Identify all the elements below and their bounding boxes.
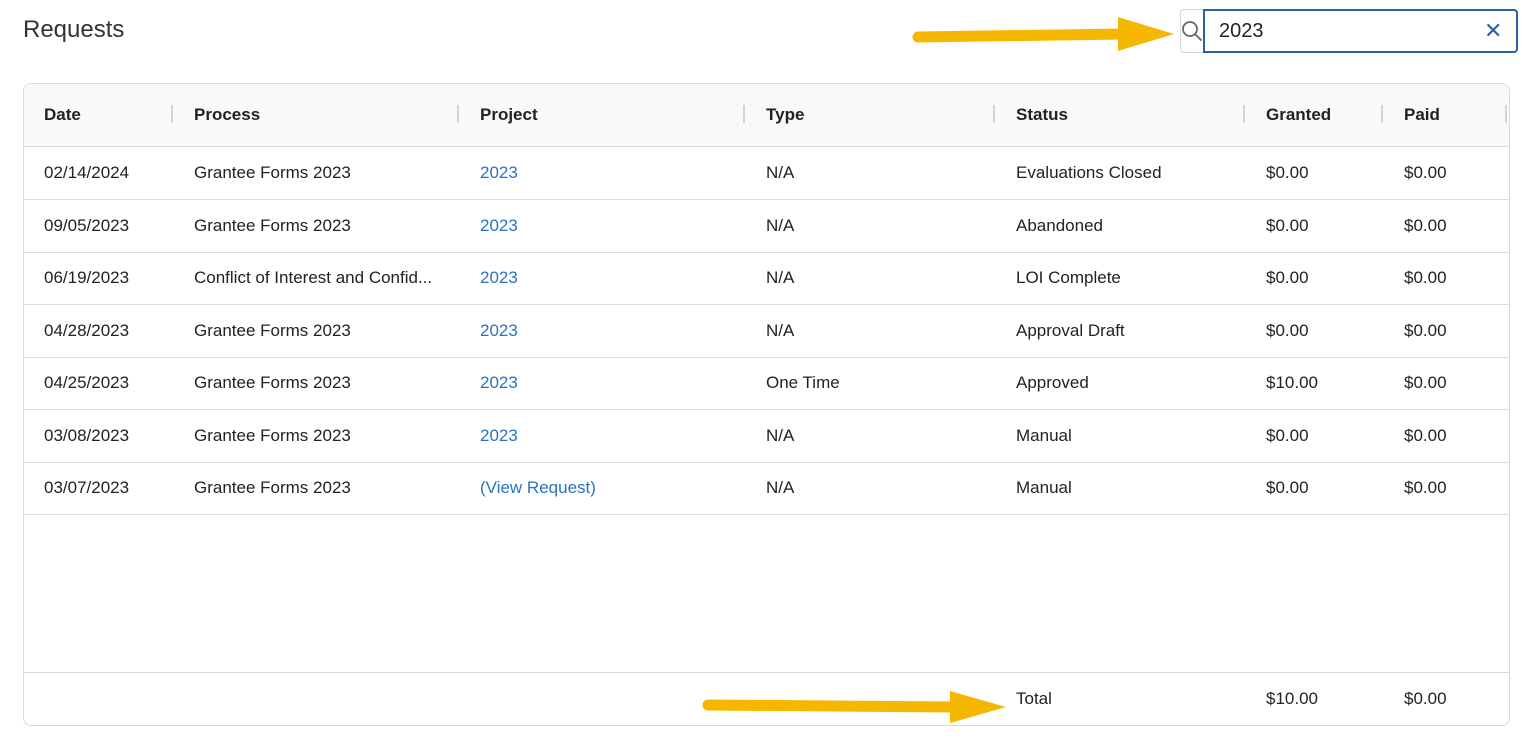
page-title: Requests (23, 16, 125, 43)
search-icon (1182, 21, 1202, 41)
cell-process: Grantee Forms 2023 (194, 321, 351, 340)
cell-paid: $0.00 (1404, 478, 1447, 497)
column-resize-handle[interactable] (993, 105, 995, 123)
column-header-status[interactable]: Status (1016, 84, 1068, 146)
cell-paid: $0.00 (1404, 321, 1447, 340)
search-input[interactable] (1219, 19, 1484, 43)
cell-granted: $0.00 (1266, 321, 1309, 340)
cell-type: N/A (766, 163, 795, 182)
annotation-arrow-search (912, 17, 1174, 51)
column-header-process[interactable]: Process (194, 84, 260, 146)
table-header: Date Process Project Type Status Granted… (24, 84, 1509, 147)
table-row[interactable]: 06/19/2023 Conflict of Interest and Conf… (24, 252, 1509, 305)
table-row[interactable]: 04/28/2023 Grantee Forms 2023 2023 N/A A… (24, 305, 1509, 358)
column-resize-handle[interactable] (1381, 105, 1383, 123)
cell-process: Grantee Forms 2023 (194, 216, 351, 235)
cell-type: N/A (766, 321, 795, 340)
cell-paid: $0.00 (1404, 216, 1447, 235)
cell-date: 03/07/2023 (44, 478, 130, 497)
cell-project-link[interactable]: (View Request) (480, 462, 596, 514)
cell-project-link[interactable]: 2023 (480, 305, 518, 357)
table-row[interactable]: 03/07/2023 Grantee Forms 2023 (View Requ… (24, 462, 1509, 515)
cell-type: N/A (766, 268, 795, 287)
cell-project-link[interactable]: 2023 (480, 200, 518, 252)
cell-status: Approved (1016, 373, 1089, 392)
table-row[interactable]: 04/25/2023 Grantee Forms 2023 2023 One T… (24, 357, 1509, 410)
cell-granted: $0.00 (1266, 478, 1309, 497)
column-header-granted[interactable]: Granted (1266, 84, 1331, 146)
annotation-arrow-total (702, 691, 1006, 723)
close-icon[interactable]: ✕ (1484, 20, 1502, 42)
requests-table: Date Process Project Type Status Granted… (23, 83, 1510, 726)
total-label: Total (1016, 689, 1052, 708)
cell-type: N/A (766, 426, 795, 445)
cell-granted: $10.00 (1266, 373, 1318, 392)
cell-status: Manual (1016, 426, 1072, 445)
cell-type: N/A (766, 216, 795, 235)
cell-process: Grantee Forms 2023 (194, 478, 351, 497)
table-row[interactable]: 09/05/2023 Grantee Forms 2023 2023 N/A A… (24, 200, 1509, 253)
column-header-type[interactable]: Type (766, 84, 804, 146)
column-header-paid[interactable]: Paid (1404, 84, 1440, 146)
cell-granted: $0.00 (1266, 163, 1309, 182)
cell-status: Approval Draft (1016, 321, 1125, 340)
search-field[interactable]: ✕ (1203, 9, 1519, 53)
column-resize-handle[interactable] (1505, 105, 1507, 123)
cell-date: 03/08/2023 (44, 426, 130, 445)
cell-paid: $0.00 (1404, 268, 1447, 287)
cell-date: 04/25/2023 (44, 373, 130, 392)
cell-status: Evaluations Closed (1016, 163, 1162, 182)
column-header-date[interactable]: Date (44, 84, 81, 146)
cell-paid: $0.00 (1404, 163, 1447, 182)
cell-project-link[interactable]: 2023 (480, 252, 518, 304)
cell-granted: $0.00 (1266, 268, 1309, 287)
cell-paid: $0.00 (1404, 373, 1447, 392)
cell-type: One Time (766, 373, 840, 392)
column-resize-handle[interactable] (171, 105, 173, 123)
cell-process: Grantee Forms 2023 (194, 426, 351, 445)
cell-process: Conflict of Interest and Confid... (194, 268, 433, 287)
cell-granted: $0.00 (1266, 216, 1309, 235)
cell-date: 09/05/2023 (44, 216, 130, 235)
table-row[interactable]: 03/08/2023 Grantee Forms 2023 2023 N/A M… (24, 410, 1509, 463)
search-button[interactable] (1180, 9, 1203, 53)
table-row[interactable]: 02/14/2024 Grantee Forms 2023 2023 N/A E… (24, 147, 1509, 200)
column-resize-handle[interactable] (743, 105, 745, 123)
cell-process: Grantee Forms 2023 (194, 373, 351, 392)
cell-process: Grantee Forms 2023 (194, 163, 351, 182)
cell-date: 04/28/2023 (44, 321, 130, 340)
cell-project-link[interactable]: 2023 (480, 410, 518, 462)
cell-project-link[interactable]: 2023 (480, 357, 518, 409)
cell-status: LOI Complete (1016, 268, 1121, 287)
cell-status: Abandoned (1016, 216, 1103, 235)
cell-date: 06/19/2023 (44, 268, 130, 287)
cell-type: N/A (766, 478, 795, 497)
search-bar: ✕ (1180, 9, 1519, 53)
total-granted: $10.00 (1266, 689, 1318, 708)
column-resize-handle[interactable] (1243, 105, 1245, 123)
cell-status: Manual (1016, 478, 1072, 497)
column-header-project[interactable]: Project (480, 84, 538, 146)
total-paid: $0.00 (1404, 689, 1447, 708)
column-resize-handle[interactable] (457, 105, 459, 123)
cell-paid: $0.00 (1404, 426, 1447, 445)
cell-granted: $0.00 (1266, 426, 1309, 445)
cell-project-link[interactable]: 2023 (480, 147, 518, 199)
cell-date: 02/14/2024 (44, 163, 130, 182)
